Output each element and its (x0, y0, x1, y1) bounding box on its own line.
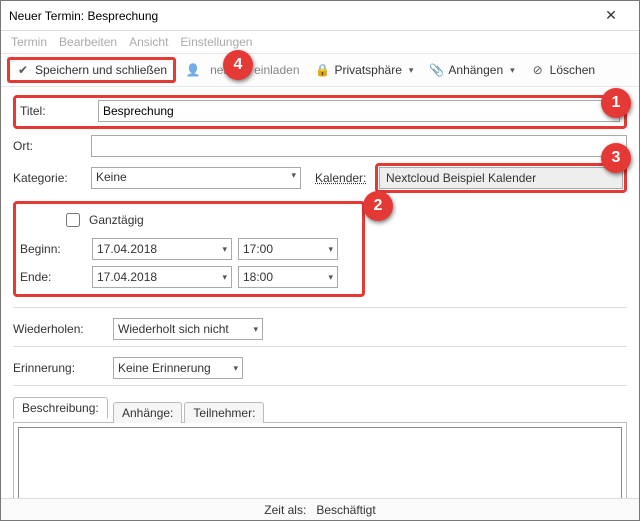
menu-ansicht[interactable]: Ansicht (129, 35, 168, 49)
label-reminder: Erinnerung: (13, 361, 113, 375)
allday-row: Ganztägig (62, 210, 354, 230)
delete-label: Löschen (550, 63, 595, 77)
label-location: Ort: (13, 139, 91, 153)
tabs: Anhänge: Teilnehmer: (113, 401, 266, 422)
chevron-down-icon: ▾ (328, 244, 333, 255)
save-and-close-label: Speichern und schließen (35, 63, 167, 77)
end-time-value: 18:00 (243, 270, 273, 284)
label-category: Kategorie: (13, 171, 91, 185)
window-title: Neuer Termin: Besprechung (9, 9, 591, 23)
annotation-badge-2: 2 (363, 191, 393, 221)
row-repeat: Wiederholen: Wiederholt sich nicht ▾ (13, 318, 627, 340)
label-begin: Beginn: (20, 242, 92, 256)
chevron-down-icon: ▾ (291, 170, 296, 181)
end-date-combo[interactable]: 17.04.2018 ▾ (92, 266, 232, 288)
repeat-value: Wiederholt sich nicht (118, 322, 229, 336)
no-entry-icon: ⊘ (531, 63, 545, 77)
description-container (13, 422, 627, 498)
menu-einstellungen[interactable]: Einstellungen (180, 35, 252, 49)
tab-description[interactable]: Beschreibung: (13, 397, 108, 419)
begin-time-value: 17:00 (243, 242, 273, 256)
close-icon: ✕ (605, 7, 617, 24)
titlebar: Neuer Termin: Besprechung ✕ (1, 1, 639, 31)
chevron-down-icon: ▾ (222, 244, 227, 255)
label-description: Beschreibung: (13, 396, 113, 422)
chevron-down-icon: ▾ (508, 65, 515, 76)
label-title: Titel: (20, 104, 98, 118)
row-begin: Beginn: 17.04.2018 ▾ 17:00 ▾ (20, 238, 354, 260)
title-input[interactable] (98, 100, 620, 122)
menu-bearbeiten[interactable]: Bearbeiten (59, 35, 117, 49)
delete-button[interactable]: ⊘ Löschen (525, 60, 601, 80)
toolbar: ✔ Speichern und schließen 👤 Teilnehmer e… (1, 53, 639, 87)
status-time-as-value: Beschäftigt (316, 503, 375, 517)
label-repeat: Wiederholen: (13, 322, 113, 336)
location-input[interactable] (91, 135, 627, 157)
row-category-calendar: Kategorie: Keine ▾ Kalender: Nextcloud B… (13, 163, 627, 193)
row-description-tabs: Beschreibung: Anhänge: Teilnehmer: (13, 396, 627, 422)
chevron-down-icon: ▾ (328, 272, 333, 283)
lock-icon: 🔒 (316, 63, 330, 77)
event-dialog-window: Neuer Termin: Besprechung ✕ Termin Bearb… (0, 0, 640, 521)
row-end: Ende: 17.04.2018 ▾ 18:00 ▾ (20, 266, 354, 288)
annotation-badge-3: 3 (601, 143, 631, 173)
separator (13, 385, 627, 386)
status-time-as-label: Zeit als: (264, 503, 306, 517)
label-calendar: Kalender: (315, 171, 375, 185)
chevron-down-icon: ▾ (222, 272, 227, 283)
separator (13, 307, 627, 308)
reminder-value: Keine Erinnerung (118, 361, 211, 375)
chevron-down-icon: ▾ (407, 65, 414, 76)
highlight-title: Titel: (13, 95, 627, 129)
close-button[interactable]: ✕ (591, 1, 631, 31)
row-reminder: Erinnerung: Keine Erinnerung ▾ (13, 357, 627, 379)
repeat-select[interactable]: Wiederholt sich nicht ▾ (113, 318, 263, 340)
end-date-value: 17.04.2018 (97, 270, 157, 284)
attach-button[interactable]: 📎 Anhängen ▾ (423, 60, 520, 80)
annotation-badge-1: 1 (601, 88, 631, 118)
save-icon: ✔ (16, 63, 30, 77)
privacy-label: Privatsphäre (335, 63, 402, 77)
category-value: Keine (96, 170, 127, 184)
attach-label: Anhängen (448, 63, 503, 77)
menubar: Termin Bearbeiten Ansicht Einstellungen (1, 31, 639, 53)
menu-termin[interactable]: Termin (11, 35, 47, 49)
chevron-down-icon: ▾ (253, 324, 258, 335)
person-icon: 👤 (186, 63, 200, 77)
save-and-close-button[interactable]: ✔ Speichern und schließen (7, 57, 176, 83)
begin-time-combo[interactable]: 17:00 ▾ (238, 238, 338, 260)
privacy-button[interactable]: 🔒 Privatsphäre ▾ (310, 60, 420, 80)
begin-date-value: 17.04.2018 (97, 242, 157, 256)
label-end: Ende: (20, 270, 92, 284)
tab-attendees[interactable]: Teilnehmer: (184, 402, 264, 423)
reminder-select[interactable]: Keine Erinnerung ▾ (113, 357, 243, 379)
calendar-select[interactable]: Nextcloud Beispiel Kalender (379, 167, 623, 189)
begin-date-combo[interactable]: 17.04.2018 ▾ (92, 238, 232, 260)
allday-checkbox[interactable] (66, 213, 80, 227)
calendar-value: Nextcloud Beispiel Kalender (386, 171, 536, 185)
label-allday: Ganztägig (89, 213, 144, 227)
paperclip-icon: 📎 (429, 63, 443, 77)
description-textarea[interactable] (18, 427, 622, 498)
highlight-calendar: Nextcloud Beispiel Kalender (375, 163, 627, 193)
statusbar: Zeit als: Beschäftigt (1, 498, 639, 520)
content-area: Titel: Ort: Kategorie: Keine ▾ Kalender:… (1, 87, 639, 498)
tab-attachments[interactable]: Anhänge: (113, 402, 182, 423)
row-location: Ort: (13, 135, 627, 157)
annotation-badge-4: 4 (223, 50, 253, 80)
category-select[interactable]: Keine ▾ (91, 167, 301, 189)
end-time-combo[interactable]: 18:00 ▾ (238, 266, 338, 288)
chevron-down-icon: ▾ (233, 363, 238, 374)
separator (13, 346, 627, 347)
highlight-time: Ganztägig Beginn: 17.04.2018 ▾ 17:00 ▾ E… (13, 201, 365, 297)
